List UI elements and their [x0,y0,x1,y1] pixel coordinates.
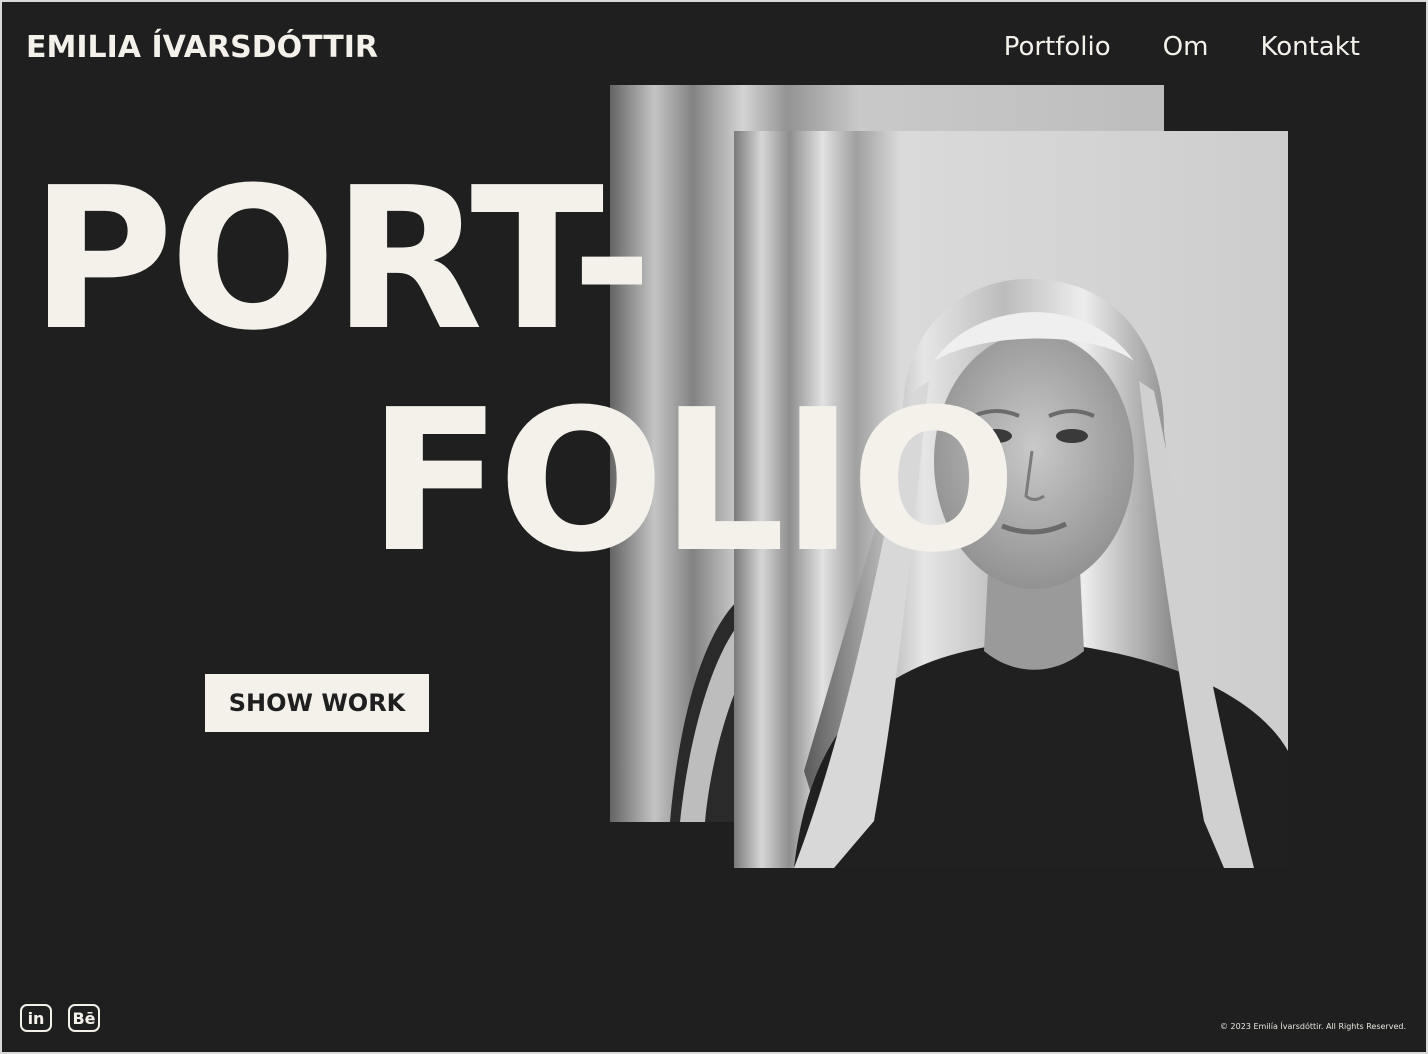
main-nav: Portfolio Om Kontakt [1004,32,1360,62]
social-links: in Bē [20,1004,100,1032]
page-frame: EMILIA ÍVARSDÓTTIR Portfolio Om Kontakt [2,2,1426,1052]
site-brand[interactable]: EMILIA ÍVARSDÓTTIR [26,30,378,65]
hero-title-line-1: PORT- [30,146,653,374]
hero-title-line-2: FOLIO [368,368,1017,596]
copyright-text: © 2023 Emilía Ívarsdóttir. All Rights Re… [1220,1022,1406,1031]
linkedin-icon[interactable]: in [20,1004,52,1032]
behance-icon[interactable]: Bē [68,1004,100,1032]
nav-link-kontakt[interactable]: Kontakt [1260,32,1360,62]
nav-link-portfolio[interactable]: Portfolio [1004,32,1111,62]
show-work-button[interactable]: SHOW WORK [205,674,429,732]
nav-link-om[interactable]: Om [1163,32,1209,62]
